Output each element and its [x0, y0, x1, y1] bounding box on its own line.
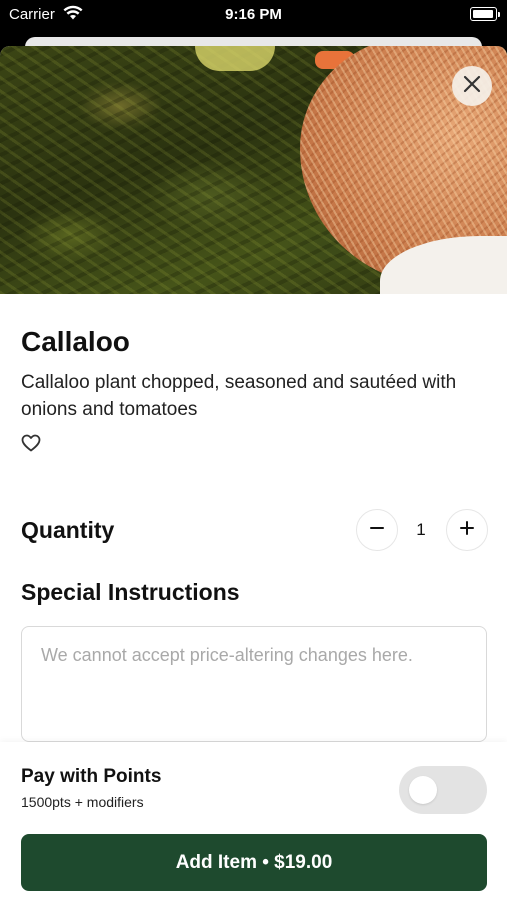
pay-with-points-toggle[interactable]: [399, 766, 487, 814]
increment-button[interactable]: [446, 509, 488, 551]
toggle-knob: [409, 776, 437, 804]
plus-icon: [459, 520, 475, 541]
close-button[interactable]: [452, 66, 492, 106]
item-description: Callaloo plant chopped, seasoned and sau…: [21, 372, 457, 420]
pay-with-points-label: Pay with Points: [21, 766, 162, 787]
item-photo: [0, 46, 507, 294]
quantity-label: Quantity: [21, 517, 115, 543]
special-instructions-label: Special Instructions: [21, 579, 240, 605]
close-icon: [463, 75, 481, 98]
decrement-button[interactable]: [356, 509, 398, 551]
item-detail-sheet: Callaloo Callaloo plant chopped, seasone…: [0, 46, 507, 900]
special-instructions-input[interactable]: [21, 626, 487, 742]
checkout-footer: Pay with Points 1500pts + modifiers Add …: [0, 742, 507, 900]
heart-outline-icon[interactable]: [21, 434, 41, 454]
add-item-button[interactable]: Add Item • $19.00: [21, 834, 487, 891]
item-title: Callaloo: [21, 326, 130, 357]
points-cost-label: 1500pts + modifiers: [21, 794, 144, 810]
battery-icon: [470, 7, 500, 21]
quantity-value: 1: [416, 520, 426, 539]
minus-icon: [369, 520, 385, 541]
status-bar: Carrier 9:16 PM: [0, 0, 507, 30]
status-time: 9:16 PM: [225, 6, 282, 23]
